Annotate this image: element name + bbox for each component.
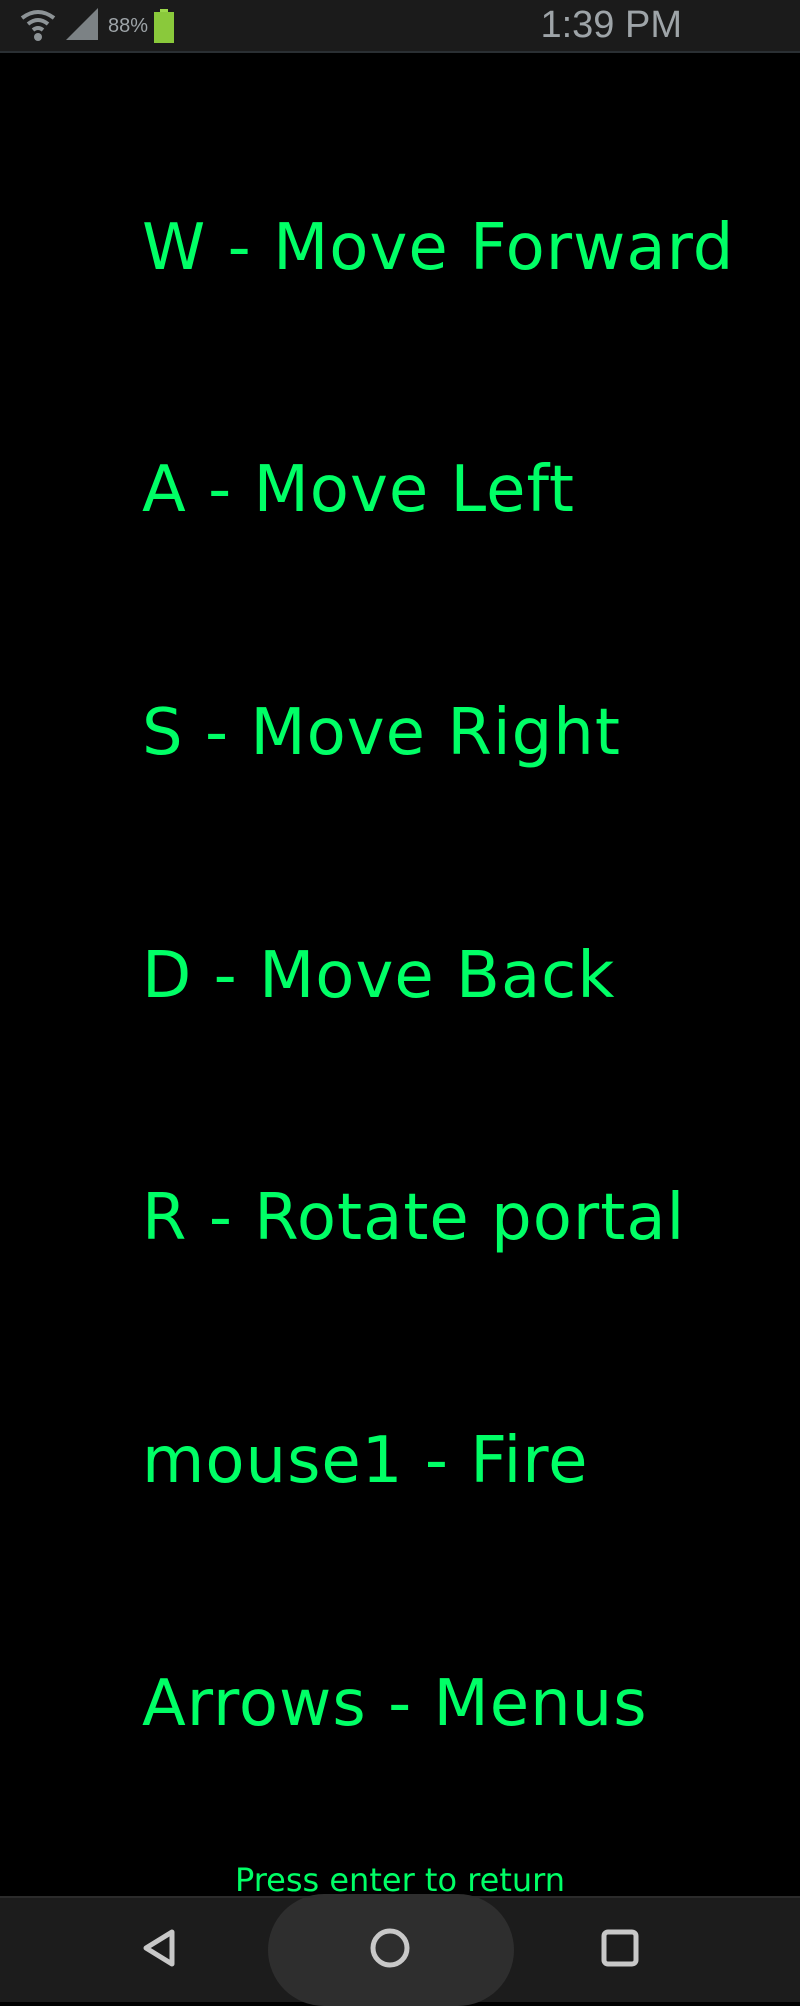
cell-signal-icon [64,6,100,46]
control-move-right: S - Move Right [142,696,621,770]
control-fire: mouse1 - Fire [142,1424,589,1498]
home-circle-icon [365,1923,415,1977]
status-bar: 88% 1:39 PM [0,0,800,53]
control-menus: Arrows - Menus [142,1667,648,1741]
recents-square-icon [597,1925,643,1975]
control-move-left: A - Move Left [142,453,575,527]
recents-button[interactable] [570,1898,670,2002]
navigation-bar [0,1894,800,2006]
battery-icon [154,9,175,43]
control-move-back: D - Move Back [142,939,616,1013]
status-clock-area: 1:39 PM [540,0,682,51]
control-rotate-portal: R - Rotate portal [142,1181,686,1255]
battery-percent: 88% [108,14,149,37]
home-button[interactable] [340,1898,440,2002]
wifi-icon [18,4,58,48]
control-move-forward: W - Move Forward [142,211,735,285]
back-button[interactable] [110,1898,210,2002]
back-triangle-icon [136,1924,184,1976]
clock: 1:39 PM [540,4,682,46]
status-icons: 88% [18,2,175,50]
